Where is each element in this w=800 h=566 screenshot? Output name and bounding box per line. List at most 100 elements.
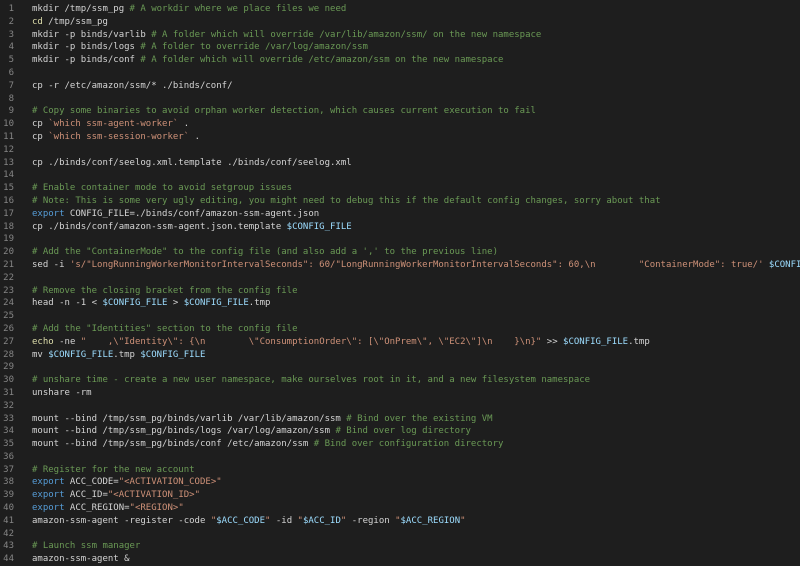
code-line[interactable]: 16 # Note: This is some very ugly editing… (0, 195, 800, 208)
code-line[interactable]: 29 (0, 361, 800, 374)
code-line[interactable]: 23 # Remove the closing bracket from the … (0, 285, 800, 298)
code-line[interactable]: 34 mount --bind /tmp/ssm_pg/binds/logs /v… (0, 425, 800, 438)
line-number: 31 (3, 387, 14, 398)
code-token: unshare -rm (32, 387, 92, 398)
code-token: $CONFIG_FILE (768, 259, 800, 270)
code-line[interactable]: 42 (0, 528, 800, 541)
code-line[interactable]: 27 echo -ne " ,\"Identity\": {\n \"Consum… (0, 336, 800, 349)
code-token: $ACC_CODE (216, 515, 266, 526)
code-line[interactable]: 20 # Add the "ContainerMode" to the confi… (0, 246, 800, 259)
code-line[interactable]: 10 cp `which ssm-agent-worker` . (0, 118, 800, 131)
line-number: 10 (3, 119, 14, 130)
code-line[interactable]: 14 (0, 169, 800, 182)
code-line[interactable]: 22 (0, 272, 800, 285)
code-text: # Launch ssm manager (14, 540, 140, 553)
code-text: # Note: This is some very ugly editing, … (14, 195, 661, 208)
code-token: echo (32, 336, 54, 347)
code-line[interactable]: 19 (0, 233, 800, 246)
line-number: 21 (3, 259, 14, 270)
code-token: $CONFIG_FILE (48, 349, 114, 360)
code-token: cp ./binds/conf/seelog.xml.template ./bi… (32, 157, 352, 168)
code-token: >> (541, 336, 564, 347)
code-line[interactable]: 18 cp ./binds/conf/amazon-ssm-agent.json.… (0, 221, 800, 234)
code-line[interactable]: 43 # Launch ssm manager (0, 540, 800, 553)
line-number: 8 (8, 93, 14, 104)
code-line[interactable]: 17 export CONFIG_FILE=./binds/conf/amazon… (0, 208, 800, 221)
code-line[interactable]: 28 mv $CONFIG_FILE.tmp $CONFIG_FILE (0, 349, 800, 362)
code-text: # Register for the new account (14, 464, 195, 477)
code-text: mkdir -p binds/varlib # A folder which w… (14, 29, 541, 42)
code-token: # Bind over configuration directory (313, 439, 504, 450)
code-line[interactable]: 21 sed -i 's/"LongRunningWorkerMonitorInt… (0, 259, 800, 272)
code-line[interactable]: 39 export ACC_ID="<ACTIVATION_ID>" (0, 489, 800, 502)
code-token: > (167, 298, 184, 309)
code-token: CONFIG_FILE=./binds/conf/amazon-ssm-agen… (64, 208, 320, 219)
code-line[interactable]: 1 mkdir /tmp/ssm_pg # A workdir where we … (0, 3, 800, 16)
code-line[interactable]: 11 cp `which ssm-session-worker` . (0, 131, 800, 144)
code-token: $CONFIG_FILE (183, 298, 249, 309)
code-token: # A workdir where we place files we need (129, 4, 347, 14)
code-line[interactable]: 3 mkdir -p binds/varlib # A folder which … (0, 29, 800, 42)
code-line[interactable]: 40 export ACC_REGION="<REGION>" (0, 502, 800, 515)
line-number: 34 (3, 426, 14, 437)
code-text: head -n -1 < $CONFIG_FILE > $CONFIG_FILE… (14, 297, 270, 310)
line-number: 24 (3, 298, 14, 309)
code-token: mkdir /tmp/ssm_pg (32, 4, 130, 14)
code-line[interactable]: 13 cp ./binds/conf/seelog.xml.template ./… (0, 157, 800, 170)
code-token: # A folder to override /var/log/amazon/s… (140, 42, 368, 53)
code-editor[interactable]: 1 mkdir /tmp/ssm_pg # A workdir where we … (0, 0, 800, 565)
code-line[interactable]: 41 amazon-ssm-agent -register -code "$ACC… (0, 515, 800, 528)
code-token: # Launch ssm manager (32, 541, 141, 552)
code-token: ACC_ID= (64, 490, 108, 501)
line-number: 36 (3, 451, 14, 462)
line-number: 11 (3, 131, 14, 142)
code-line[interactable]: 38 export ACC_CODE="<ACTIVATION_CODE>" (0, 476, 800, 489)
code-token: # Bind over log directory (335, 426, 471, 437)
code-line[interactable]: 7 cp -r /etc/amazon/ssm/* ./binds/conf/ (0, 80, 800, 93)
code-line[interactable]: 26 # Add the "Identities" section to the … (0, 323, 800, 336)
code-line[interactable]: 9 # Copy some binaries to avoid orphan wo… (0, 105, 800, 118)
line-number: 19 (3, 234, 14, 245)
line-number: 5 (8, 55, 14, 66)
code-line[interactable]: 37 # Register for the new account (0, 464, 800, 477)
code-line[interactable]: 31 unshare -rm (0, 387, 800, 400)
code-line[interactable]: 15 # Enable container mode to avoid setgr… (0, 182, 800, 195)
code-token: cp -r /etc/amazon/ssm/* ./binds/conf/ (32, 80, 233, 91)
code-line[interactable]: 35 mount --bind /tmp/ssm_pg/binds/conf /e… (0, 438, 800, 451)
code-line[interactable]: 25 (0, 310, 800, 323)
code-token: # unshare time - create a new user names… (32, 375, 591, 386)
code-token: cd (32, 16, 43, 27)
code-text: cp `which ssm-agent-worker` . (14, 118, 189, 131)
code-line[interactable]: 32 (0, 400, 800, 413)
code-token: mount --bind /tmp/ssm_pg/binds/logs /var… (32, 426, 336, 437)
code-line[interactable]: 44 amazon-ssm-agent & (0, 553, 800, 566)
line-number: 35 (3, 439, 14, 450)
line-number: 39 (3, 490, 14, 501)
code-line[interactable]: 2 cd /tmp/ssm_pg (0, 16, 800, 29)
code-line[interactable]: 5 mkdir -p binds/conf # A folder which wi… (0, 54, 800, 67)
code-token: . (189, 131, 200, 142)
line-number: 37 (3, 464, 14, 475)
code-line[interactable]: 12 (0, 144, 800, 157)
code-token: cp ./binds/conf/amazon-ssm-agent.json.te… (32, 221, 287, 232)
code-line[interactable]: 4 mkdir -p binds/logs # A folder to overr… (0, 41, 800, 54)
code-token: export (32, 477, 65, 488)
code-line[interactable]: 30 # unshare time - create a new user nam… (0, 374, 800, 387)
line-number: 22 (3, 272, 14, 283)
code-line[interactable]: 33 mount --bind /tmp/ssm_pg/binds/varlib … (0, 413, 800, 426)
code-line[interactable]: 36 (0, 451, 800, 464)
code-text: cp -r /etc/amazon/ssm/* ./binds/conf/ (14, 80, 232, 93)
line-number: 44 (3, 554, 14, 565)
line-number: 32 (3, 400, 14, 411)
code-line[interactable]: 24 head -n -1 < $CONFIG_FILE > $CONFIG_FI… (0, 297, 800, 310)
line-number: 27 (3, 336, 14, 347)
code-token: # Enable container mode to avoid setgrou… (32, 183, 293, 194)
code-text: amazon-ssm-agent & (14, 553, 130, 566)
code-token: $CONFIG_FILE (102, 298, 168, 309)
code-line[interactable]: 8 (0, 93, 800, 106)
code-text: cp ./binds/conf/seelog.xml.template ./bi… (14, 157, 352, 170)
code-line[interactable]: 6 (0, 67, 800, 80)
code-token: amazon-ssm-agent & (32, 554, 130, 565)
code-token: "<ACTIVATION_CODE>" (118, 477, 222, 488)
line-number: 9 (8, 106, 14, 117)
